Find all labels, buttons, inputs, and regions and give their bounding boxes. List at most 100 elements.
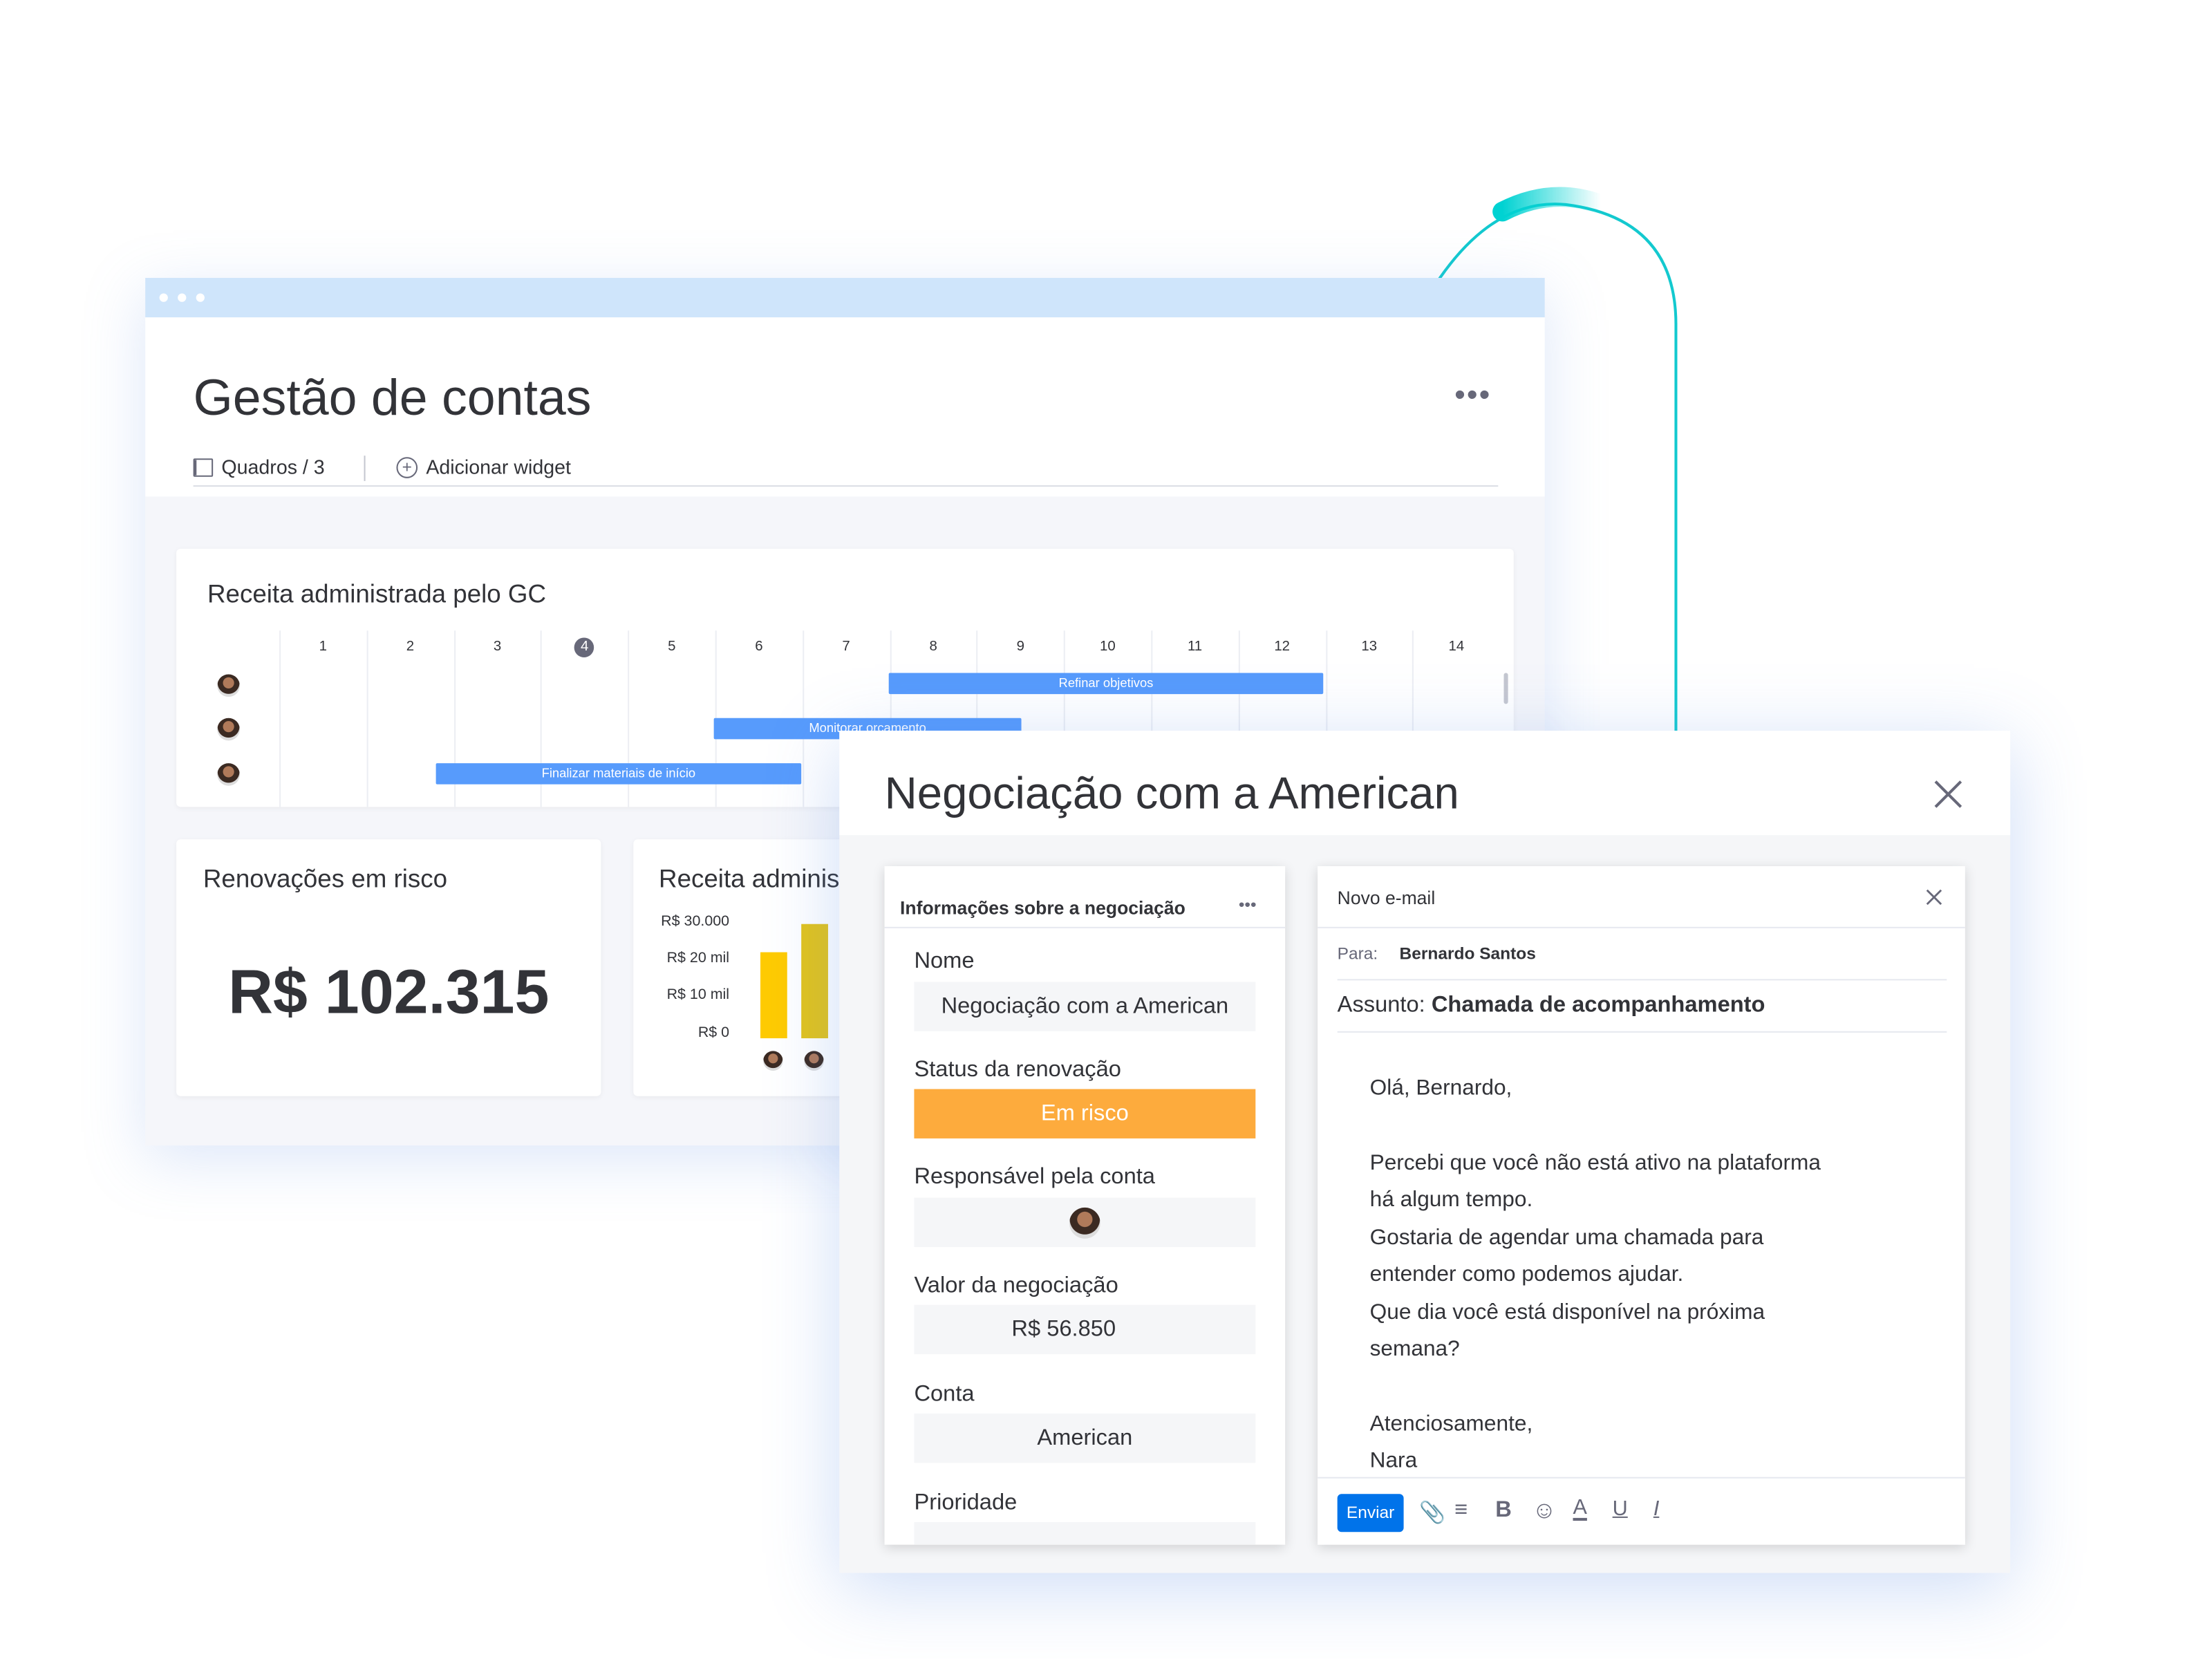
column-divider	[366, 630, 368, 807]
divider	[1337, 1031, 1947, 1033]
avatar	[217, 718, 240, 741]
email-line: Gostaria de agendar uma chamada para	[1369, 1226, 1764, 1250]
more-options-button[interactable]: •••	[1454, 377, 1491, 413]
to-value: Bernardo Santos	[1399, 944, 1536, 964]
field-label: Conta	[914, 1382, 975, 1407]
column-number: 14	[1448, 639, 1465, 655]
window-dot	[196, 293, 205, 302]
column-number: 3	[493, 639, 502, 655]
y-tick: R$ 20 mil	[666, 949, 730, 966]
field-label: Prioridade	[914, 1491, 1018, 1515]
email-toolbar: Enviar 📎 ≡ B ☺ A U I	[1318, 1477, 1965, 1545]
column-number: 1	[319, 639, 328, 655]
to-label: Para:	[1337, 944, 1378, 964]
email-line: Que dia você está disponível na próxima	[1369, 1300, 1765, 1325]
bold-icon[interactable]: B	[1495, 1498, 1512, 1524]
avatar	[217, 763, 240, 786]
widget-title: Receita adminis	[659, 865, 840, 893]
italic-icon[interactable]: I	[1653, 1497, 1660, 1521]
add-widget-button[interactable]: + Adicionar widget	[396, 456, 571, 478]
divider	[884, 926, 1286, 928]
y-tick: R$ 0	[697, 1024, 730, 1042]
timeline-bar[interactable]: Finalizar materiais de início	[435, 763, 802, 785]
subject-value: Chamada de acompanhamento	[1431, 993, 1765, 1018]
modal-title: Negociação com a American	[884, 767, 1459, 818]
column-divider	[279, 630, 281, 807]
email-panel: Novo e-mail Para: Bernardo Santos Assunt…	[1318, 866, 1965, 1545]
email-line: Nara	[1369, 1448, 1418, 1473]
header-divider	[193, 485, 1499, 487]
field-label: Status da renovação	[914, 1058, 1121, 1082]
panel-title: Informações sobre a negociação	[900, 897, 1185, 919]
widget-title: Renovações em risco	[203, 865, 448, 893]
subject-field[interactable]: Assunto: Chamada de acompanhamento	[1338, 993, 1765, 1019]
deal-value-field[interactable]: R$ 56.850	[914, 1304, 1256, 1355]
chart-bar	[760, 953, 787, 1039]
field-label: Valor da negociação	[914, 1273, 1118, 1298]
column-number: 4	[541, 637, 628, 658]
avatar	[804, 1051, 824, 1071]
panel-title: Novo e-mail	[1337, 887, 1436, 909]
plus-circle-icon: +	[396, 456, 418, 478]
current-column-badge: 4	[574, 637, 594, 658]
text-color-icon[interactable]: A	[1573, 1497, 1587, 1521]
boards-label: Quadros / 3	[221, 456, 325, 478]
more-options-button[interactable]: •••	[1239, 894, 1257, 915]
column-number: 6	[755, 639, 763, 655]
column-number: 7	[842, 639, 850, 655]
column-number: 11	[1187, 639, 1203, 655]
timeline-bar[interactable]: Refinar objetivos	[888, 673, 1324, 695]
field-label: Nome	[914, 949, 975, 974]
scrollbar[interactable]	[1503, 673, 1508, 704]
avatar	[1069, 1207, 1100, 1239]
window-titlebar	[145, 278, 1545, 318]
account-field[interactable]: American	[914, 1413, 1256, 1463]
column-number: 13	[1361, 639, 1378, 655]
emoji-icon[interactable]: ☺	[1532, 1497, 1556, 1525]
board-icon	[193, 458, 214, 476]
email-line: Olá, Bernardo,	[1369, 1076, 1512, 1100]
close-icon[interactable]	[1926, 889, 1942, 906]
boards-selector[interactable]: Quadros / 3	[193, 456, 325, 478]
owner-field[interactable]	[914, 1197, 1256, 1248]
field-label: Responsável pela conta	[914, 1165, 1155, 1190]
list-icon[interactable]: ≡	[1454, 1498, 1468, 1524]
recipient-field[interactable]: Para: Bernardo Santos	[1338, 944, 1536, 964]
column-number: 5	[668, 639, 676, 655]
renewals-widget: Renovações em risco R$ 102.315	[176, 839, 601, 1096]
stage: Gestão de contas ••• Quadros / 3 + Adici…	[0, 0, 2212, 1659]
subject-label: Assunto:	[1337, 993, 1425, 1018]
divider	[1337, 979, 1947, 981]
column-number: 12	[1274, 639, 1291, 655]
divider	[364, 456, 366, 481]
widget-title: Receita administrada pelo GC	[207, 579, 547, 608]
name-field[interactable]: Negociação com a American	[914, 982, 1256, 1031]
email-line: Percebi que você não está ativo na plata…	[1369, 1151, 1821, 1175]
column-number: 9	[1016, 639, 1024, 655]
status-badge[interactable]: Em risco	[914, 1089, 1256, 1138]
priority-field[interactable]	[914, 1522, 1256, 1545]
close-icon[interactable]	[1933, 779, 1964, 810]
avatar	[763, 1051, 783, 1071]
y-tick: R$ 30.000	[661, 912, 730, 930]
email-line: semana?	[1369, 1337, 1460, 1362]
modal-header: Negociação com a American	[839, 731, 2011, 836]
underline-icon[interactable]: U	[1613, 1497, 1628, 1521]
add-widget-label: Adicionar widget	[426, 456, 571, 478]
email-line: entender como podemos ajudar.	[1369, 1262, 1684, 1287]
paperclip-icon[interactable]: 📎	[1419, 1499, 1445, 1525]
avatar	[217, 674, 240, 697]
window-dot	[159, 293, 168, 302]
email-line: Atenciosamente,	[1369, 1412, 1533, 1436]
divider	[1318, 926, 1965, 928]
deal-info-panel: Informações sobre a negociação ••• Nome …	[884, 866, 1286, 1545]
column-number: 8	[929, 639, 937, 655]
column-number: 2	[406, 639, 415, 655]
deal-modal: Negociação com a American Informações so…	[839, 731, 2011, 1573]
renewals-value: R$ 102.315	[228, 957, 550, 1027]
y-tick: R$ 10 mil	[666, 986, 730, 1004]
page-title: Gestão de contas	[193, 368, 592, 427]
window-dot	[178, 293, 187, 302]
send-button[interactable]: Enviar	[1337, 1494, 1404, 1533]
column-number: 10	[1100, 639, 1116, 655]
